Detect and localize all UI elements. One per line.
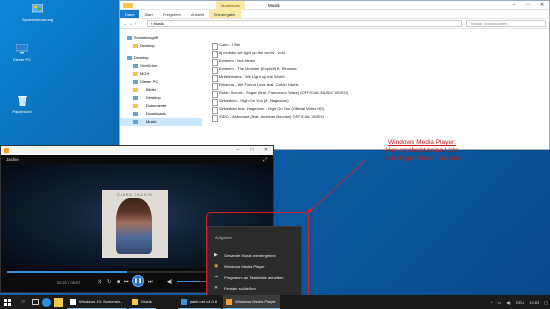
taskbar-item-label: Windows 10: Screensh... <box>79 299 124 304</box>
chevron-up-icon[interactable]: ^ <box>491 300 493 305</box>
browser-icon <box>70 299 76 305</box>
taskbar-item-label: Windows Media Player <box>235 299 276 304</box>
annotation-line2: Hier erscheint keine Liste <box>385 147 459 154</box>
taskbar-item[interactable]: Windows 10: Screensh... <box>67 295 128 309</box>
paint-net-icon <box>180 299 187 305</box>
taskbar-item-label: Musik <box>141 299 152 304</box>
taskbar-item-label: paint.net v4.0.6 <box>189 299 218 304</box>
network-icon[interactable]: ▭ <box>498 300 502 305</box>
taskbar: ○ Windows 10: Screensh... Musik paint.ne… <box>0 295 550 309</box>
taskbar-item-active[interactable]: Windows Media Player <box>223 295 280 309</box>
speaker-icon[interactable]: ◀) <box>506 300 510 305</box>
notification-icon[interactable]: ▢ <box>544 300 548 305</box>
taskbar-item[interactable]: paint.net v4.0.6 <box>177 295 222 309</box>
task-view-icon[interactable] <box>32 298 39 305</box>
language-indicator[interactable]: DEU <box>516 300 524 305</box>
taskbar-item[interactable]: Musik <box>129 295 156 309</box>
media-player-icon <box>226 299 233 305</box>
windows-logo-icon <box>3 298 11 306</box>
annotation-text: Windows Media Player: Hier erscheint kei… <box>362 139 482 163</box>
pinned-apps <box>32 297 63 307</box>
clock[interactable]: 13:53 <box>529 300 539 305</box>
folder-icon <box>132 299 139 305</box>
annotation-line1: Windows Media Player: <box>388 139 456 146</box>
explorer-icon[interactable] <box>54 297 63 307</box>
system-tray: ^ ▭ ◀) DEU 13:53 ▢ <box>491 295 548 309</box>
start-button[interactable] <box>0 295 14 309</box>
search-icon[interactable]: ○ <box>14 295 32 309</box>
annotation-line3: zuletzt geöffneter Dateien <box>385 155 459 162</box>
edge-icon[interactable] <box>42 297 51 307</box>
